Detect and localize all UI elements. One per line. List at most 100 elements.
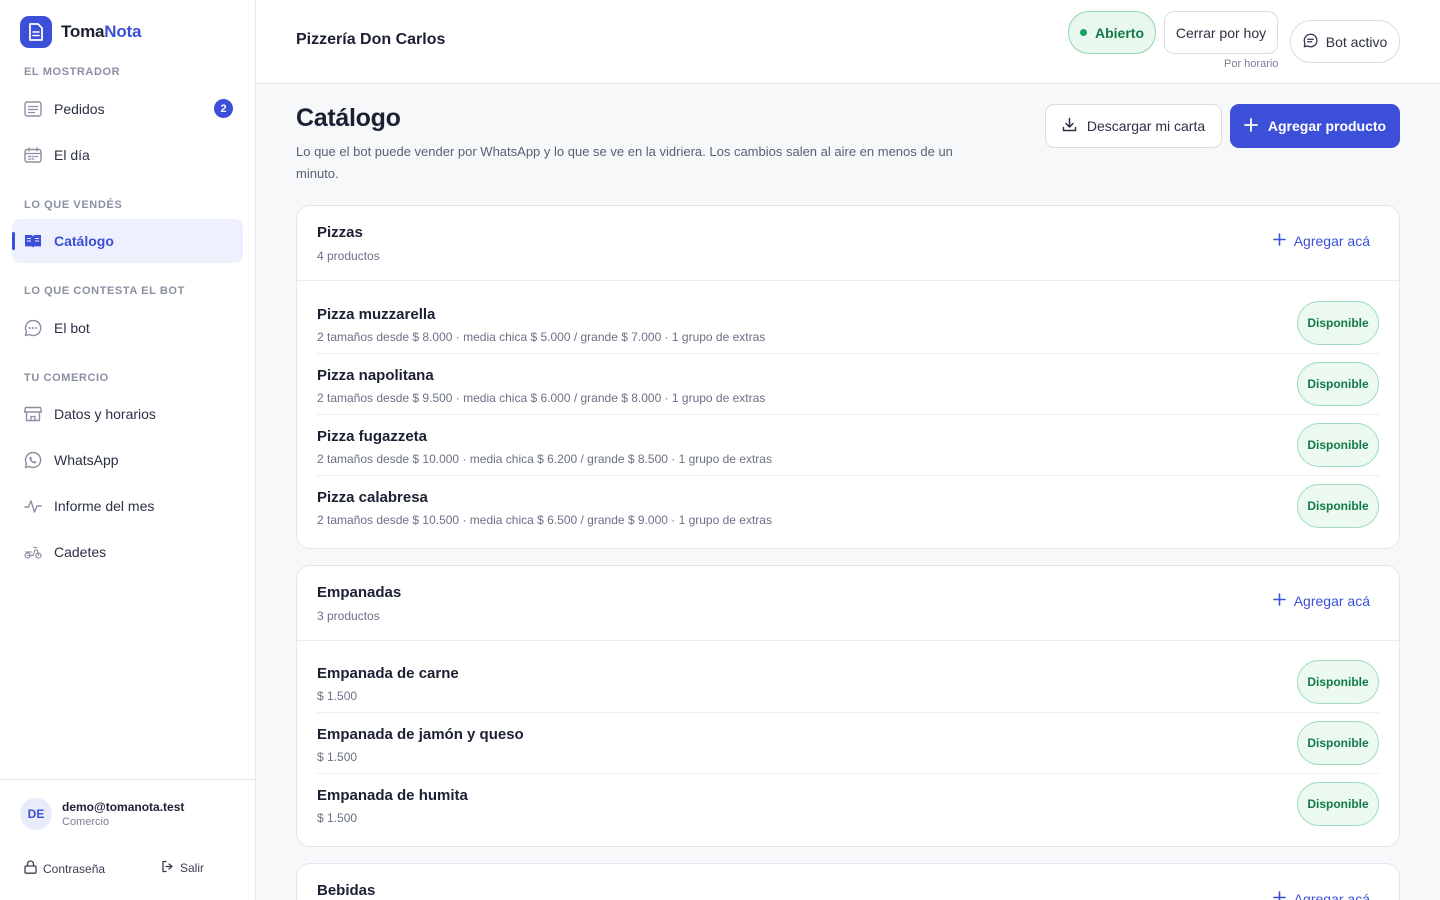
availability-toggle[interactable]: Disponible: [1297, 484, 1379, 528]
chat-bubble-icon: [24, 319, 42, 337]
sidebar-item-cadetes[interactable]: Cadetes: [12, 530, 243, 574]
section-label-bot: Lo que contesta el bot: [24, 285, 185, 297]
category-count: 4 productos: [317, 249, 380, 263]
download-icon: [1062, 117, 1077, 135]
logout-icon: [161, 860, 174, 876]
add-here-button[interactable]: Agregar acá: [1272, 891, 1370, 900]
pedidos-count-badge: 2: [214, 99, 233, 118]
product-name: Pizza napolitana: [317, 367, 434, 384]
topbar: Pizzería Don Carlos Abierto Cerrar por h…: [256, 0, 1440, 84]
avatar[interactable]: DE: [20, 798, 52, 830]
sidebar-item-informe[interactable]: Informe del mes: [12, 484, 243, 528]
page-description: Lo que el bot puede vender por WhatsApp …: [296, 144, 953, 181]
logout-label: Salir: [180, 861, 205, 875]
user-email: demo@tomanota.test: [62, 800, 185, 814]
category-header: Pizzas 4 productos Agregar acá: [297, 206, 1399, 281]
close-today-button[interactable]: Cerrar por hoy: [1164, 11, 1278, 54]
sidebar-item-label: Pedidos: [54, 101, 105, 117]
category-card-empanadas: Empanadas 3 productos Agregar acá Empana…: [296, 565, 1400, 847]
add-here-button[interactable]: Agregar acá: [1272, 593, 1370, 609]
sidebar-item-label: Cadetes: [54, 544, 107, 560]
app-name: TomaNota: [61, 22, 142, 41]
book-icon: [24, 232, 42, 250]
product-name: Pizza muzzarella: [317, 306, 436, 323]
product-row[interactable]: Pizza calabresa 2 tamaños desde $ 10.500…: [317, 476, 1379, 537]
product-list: Pizza muzzarella 2 tamaños desde $ 8.000…: [297, 281, 1399, 537]
add-here-button[interactable]: Agregar acá: [1272, 233, 1370, 249]
category-name: Bebidas: [317, 882, 376, 899]
product-row[interactable]: Empanada de jamón y queso $ 1.500 Dispon…: [317, 713, 1379, 774]
availability-toggle[interactable]: Disponible: [1297, 782, 1379, 826]
lock-icon: [24, 860, 37, 877]
availability-toggle[interactable]: Disponible: [1297, 362, 1379, 406]
logout-link[interactable]: Salir: [161, 860, 204, 876]
add-here-label: Agregar acá: [1293, 233, 1370, 249]
product-name: Pizza calabresa: [317, 489, 428, 506]
plus-icon: [1272, 233, 1286, 249]
category-name: Empanadas: [317, 584, 402, 601]
product-row[interactable]: Pizza napolitana 2 tamaños desde $ 9.500…: [317, 354, 1379, 415]
sidebar-item-catalogo[interactable]: Catálogo: [12, 219, 243, 263]
plus-icon: [1272, 593, 1286, 609]
section-label-comercio: Tu comercio: [24, 372, 109, 384]
sidebar-item-el-bot[interactable]: El bot: [12, 306, 243, 350]
download-menu-button[interactable]: Descargar mi carta: [1045, 104, 1222, 148]
product-row[interactable]: Empanada de carne $ 1.500 Disponible: [317, 652, 1379, 713]
product-meta: $ 1.500: [317, 689, 358, 703]
sidebar-item-el-dia[interactable]: El día: [12, 133, 243, 177]
open-status-label: Abierto: [1095, 24, 1144, 41]
sidebar-item-label: Catálogo: [54, 233, 114, 249]
category-header: Bebidas Agregar acá: [297, 864, 1399, 900]
chat-bubble-icon: [1303, 33, 1318, 51]
list-icon: [24, 100, 42, 118]
page-title: Catálogo: [296, 104, 401, 132]
product-meta: $ 1.500: [317, 811, 358, 825]
status-dot-icon: [1080, 29, 1087, 36]
bot-active-label: Bot activo: [1325, 33, 1388, 50]
product-meta: 2 tamaños desde $ 9.500 · media chica $ …: [317, 391, 766, 405]
whatsapp-icon: [24, 451, 42, 469]
product-meta: 2 tamaños desde $ 10.500 · media chica $…: [317, 513, 772, 527]
category-card-pizzas: Pizzas 4 productos Agregar acá Pizza muz…: [296, 205, 1400, 549]
sidebar-item-label: El día: [54, 147, 90, 163]
scooter-icon: [24, 543, 42, 561]
change-password-link[interactable]: Contraseña: [24, 860, 105, 877]
plus-icon: [1272, 891, 1286, 900]
section-label-vendes: Lo que vendés: [24, 199, 123, 211]
product-meta: 2 tamaños desde $ 10.000 · media chica $…: [317, 452, 772, 466]
product-row[interactable]: Pizza muzzarella 2 tamaños desde $ 8.000…: [317, 293, 1379, 354]
sidebar-item-label: El bot: [54, 320, 90, 336]
product-list: Empanada de carne $ 1.500 Disponible Emp…: [297, 641, 1399, 835]
download-menu-label: Descargar mi carta: [1086, 118, 1206, 134]
availability-toggle[interactable]: Disponible: [1297, 721, 1379, 765]
add-product-label: Agregar producto: [1267, 118, 1387, 134]
bot-active-toggle[interactable]: Bot activo: [1290, 20, 1400, 63]
product-row[interactable]: Empanada de humita $ 1.500 Disponible: [317, 774, 1379, 835]
user-role: Comercio: [62, 816, 110, 828]
shop-name: Pizzería Don Carlos: [296, 31, 446, 48]
calendar-icon: [24, 146, 42, 164]
activity-icon: [24, 497, 42, 515]
availability-toggle[interactable]: Disponible: [1297, 660, 1379, 704]
sidebar-item-whatsapp[interactable]: WhatsApp: [12, 438, 243, 482]
store-icon: [24, 405, 42, 423]
sidebar-item-label: Informe del mes: [54, 498, 155, 514]
brand[interactable]: TomaNota: [20, 16, 141, 48]
add-product-button[interactable]: Agregar producto: [1230, 104, 1400, 148]
product-row[interactable]: Pizza fugazzeta 2 tamaños desde $ 10.000…: [317, 415, 1379, 476]
category-name: Pizzas: [317, 224, 363, 241]
product-name: Empanada de jamón y queso: [317, 726, 524, 743]
add-here-label: Agregar acá: [1293, 593, 1370, 609]
sidebar-item-datos-horarios[interactable]: Datos y horarios: [12, 392, 243, 436]
availability-toggle[interactable]: Disponible: [1297, 301, 1379, 345]
product-name: Pizza fugazzeta: [317, 428, 428, 445]
open-status-toggle[interactable]: Abierto: [1068, 11, 1156, 54]
product-name: Empanada de carne: [317, 665, 459, 682]
category-card-bebidas: Bebidas Agregar acá: [296, 863, 1400, 900]
category-count: 3 productos: [317, 609, 380, 623]
category-header: Empanadas 3 productos Agregar acá: [297, 566, 1399, 641]
sidebar-item-pedidos[interactable]: Pedidos 2: [12, 87, 243, 131]
sidebar: TomaNota El mostrador Pedidos 2 El día L…: [0, 0, 256, 900]
product-meta: $ 1.500: [317, 750, 358, 764]
availability-toggle[interactable]: Disponible: [1297, 423, 1379, 467]
